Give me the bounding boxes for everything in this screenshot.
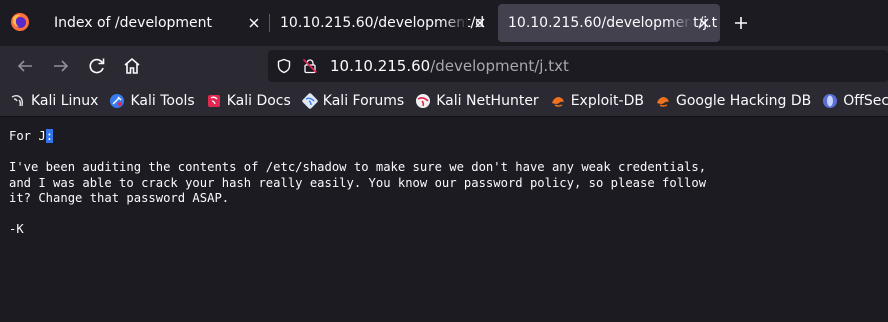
bookmark-exploit-db[interactable]: Exploit-DB bbox=[550, 93, 644, 109]
document-line: I've been auditing the contents of /etc/… bbox=[9, 160, 707, 174]
url-path: /development/j.txt bbox=[430, 57, 569, 75]
close-tab-icon[interactable] bbox=[246, 15, 262, 31]
url-text: 10.10.215.60/development/j.txt bbox=[330, 57, 569, 75]
page-content: For J: I've been auditing the contents o… bbox=[0, 117, 888, 322]
close-tab-icon[interactable] bbox=[472, 15, 488, 31]
navigation-toolbar: 10.10.215.60/development/j.txt bbox=[0, 46, 888, 86]
offsec-icon bbox=[823, 94, 838, 108]
url-host: 10.10.215.60 bbox=[330, 57, 431, 75]
back-icon[interactable] bbox=[13, 54, 37, 78]
bookmark-label: Kali Forums bbox=[322, 93, 405, 109]
bookmark-label: Kali Tools bbox=[130, 93, 195, 109]
kali-tools-icon bbox=[110, 94, 125, 108]
bookmark-kali-linux[interactable]: Kali Linux bbox=[10, 93, 98, 109]
forward-icon[interactable] bbox=[49, 54, 73, 78]
address-bar[interactable]: 10.10.215.60/development/j.txt bbox=[268, 50, 888, 82]
kali-forums-icon bbox=[302, 93, 318, 109]
home-icon[interactable] bbox=[120, 54, 144, 78]
selected-text: : bbox=[45, 129, 54, 143]
tab-development-j-txt[interactable]: 10.10.215.60/development/j.t bbox=[498, 4, 720, 42]
bookmark-google-hacking-db[interactable]: Google Hacking DB bbox=[655, 93, 811, 109]
firefox-icon[interactable] bbox=[10, 12, 30, 32]
tracking-protection-shield-icon[interactable] bbox=[276, 58, 292, 74]
close-tab-icon[interactable] bbox=[696, 15, 712, 31]
greeting: For J bbox=[9, 129, 46, 143]
bookmarks-toolbar: Kali Linux Kali Tools Kali Docs Kali For… bbox=[0, 86, 888, 116]
reload-icon[interactable] bbox=[85, 54, 109, 78]
bookmark-kali-nethunter[interactable]: Kali NetHunter bbox=[415, 93, 539, 109]
document-line: it? Change that password ASAP. bbox=[9, 191, 230, 205]
tab-title-fade bbox=[668, 4, 692, 42]
kali-docs-icon bbox=[207, 95, 220, 107]
bookmark-label: Exploit-DB bbox=[570, 93, 644, 109]
tab-title-fade bbox=[444, 4, 468, 42]
nethunter-icon bbox=[416, 94, 431, 108]
bookmark-offsec[interactable]: OffSec bbox=[822, 93, 888, 109]
bookmark-label: Google Hacking DB bbox=[675, 93, 812, 109]
ghdb-icon bbox=[656, 97, 669, 107]
bookmark-label: OffSec bbox=[843, 93, 888, 109]
signature: -K bbox=[9, 222, 24, 236]
document-line: and I was able to crack your hash really… bbox=[9, 175, 707, 190]
text-document: For J: I've been auditing the contents o… bbox=[9, 129, 706, 238]
bookmark-label: Kali Docs bbox=[226, 93, 291, 109]
bookmark-kali-forums[interactable]: Kali Forums bbox=[302, 93, 404, 109]
insecure-lock-icon[interactable] bbox=[302, 58, 318, 74]
bookmark-label: Kali NetHunter bbox=[436, 93, 539, 109]
tab-title: Index of /development bbox=[54, 15, 213, 31]
tab-strip: Index of /development 10.10.215.60/devel… bbox=[0, 0, 888, 46]
kali-dragon-icon bbox=[11, 95, 24, 107]
tab-index-development[interactable]: Index of /development bbox=[44, 4, 270, 42]
bookmark-label: Kali Linux bbox=[31, 93, 99, 109]
bookmark-kali-docs[interactable]: Kali Docs bbox=[206, 93, 291, 109]
exploit-db-icon bbox=[551, 97, 564, 107]
new-tab-icon[interactable] bbox=[730, 12, 752, 34]
tab-development-d[interactable]: 10.10.215.60/development/d bbox=[270, 4, 496, 42]
bookmark-kali-tools[interactable]: Kali Tools bbox=[109, 93, 195, 109]
